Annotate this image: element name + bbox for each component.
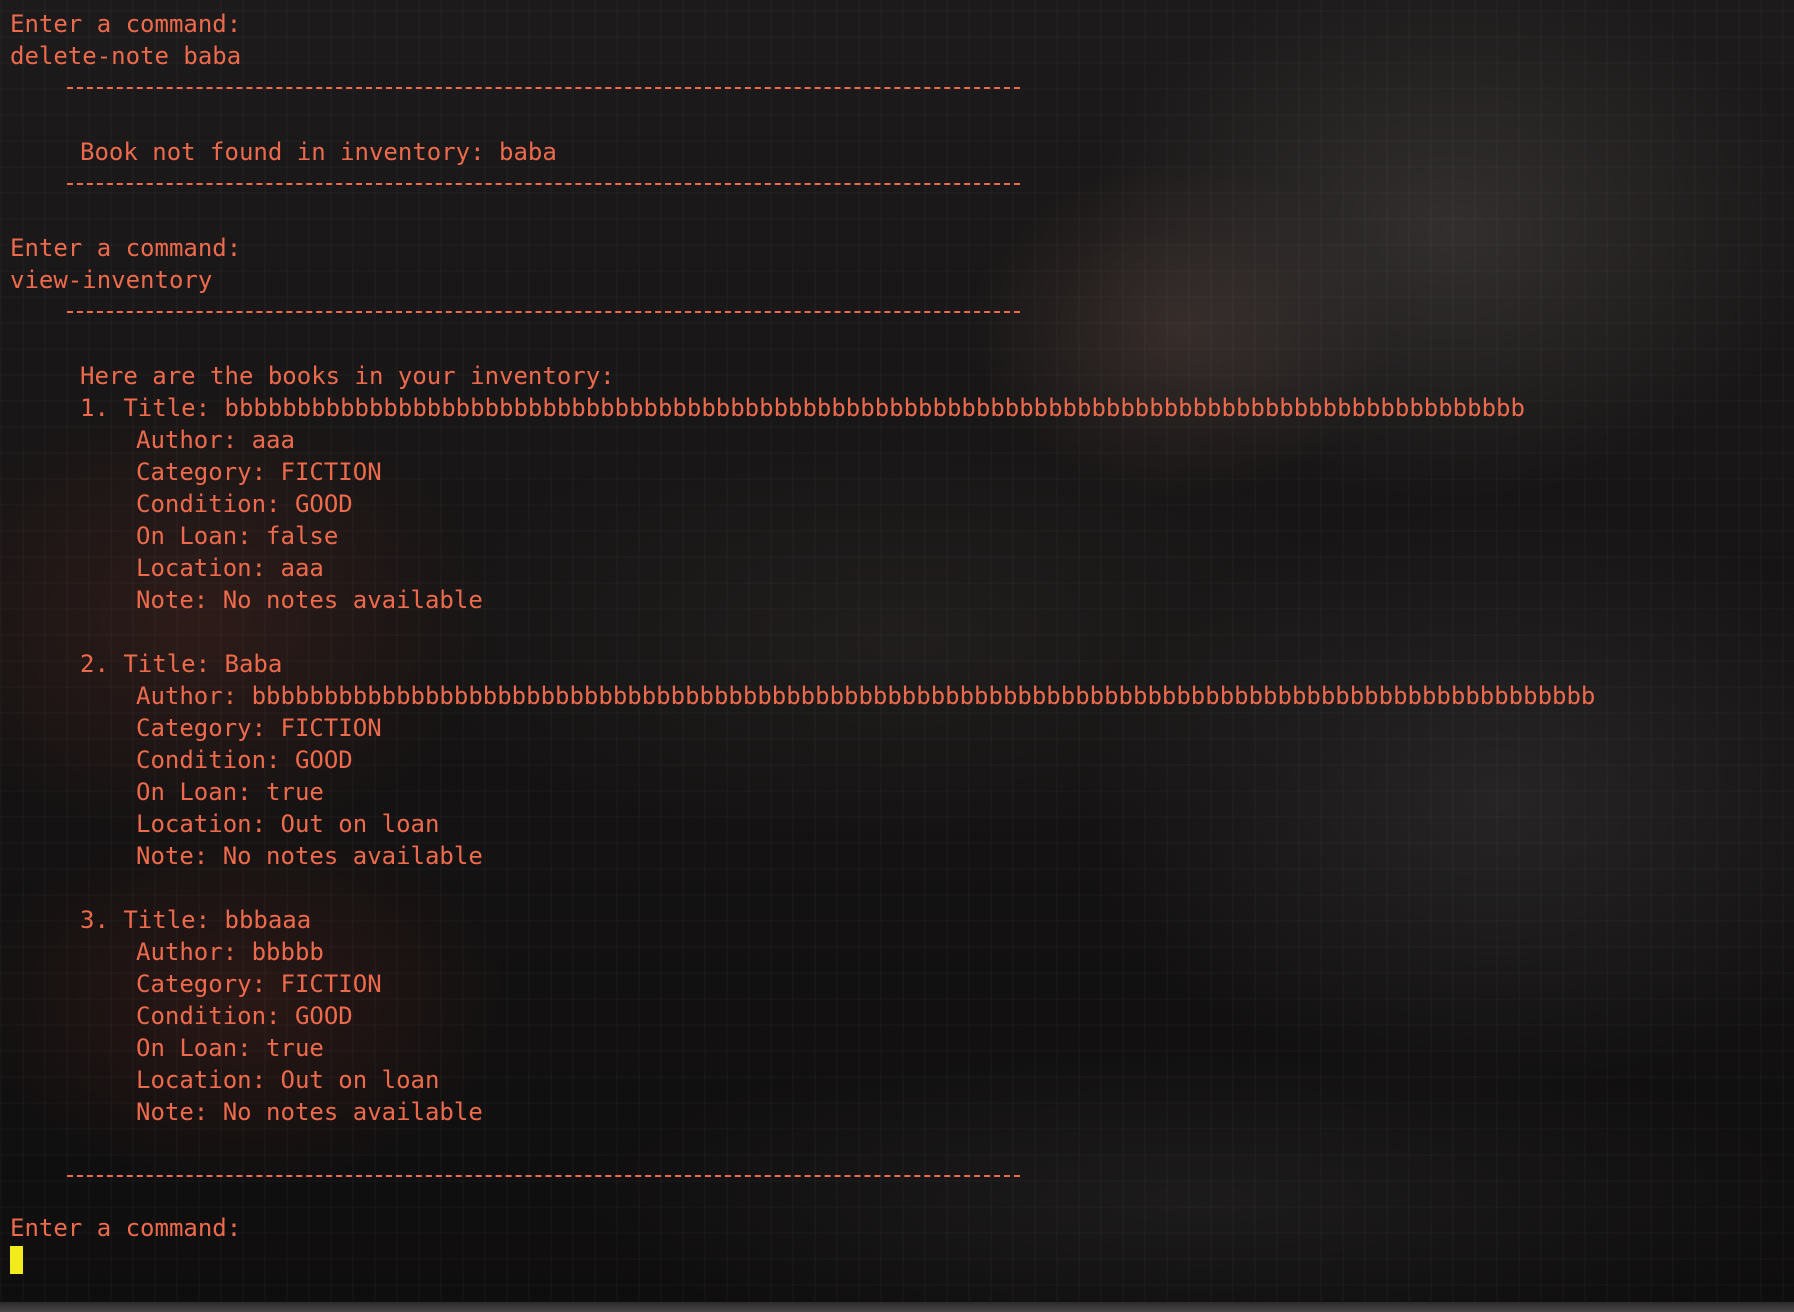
window-bottom-edge	[0, 1302, 1794, 1312]
book-on-loan: On Loan: true	[136, 778, 324, 806]
entered-command: delete-note baba	[10, 42, 242, 70]
command-input-line[interactable]	[10, 1244, 1780, 1276]
book-on-loan: On Loan: true	[136, 1034, 324, 1062]
book-location: Location: Out on loan	[136, 1066, 440, 1094]
book-location: Location: Out on loan	[136, 810, 440, 838]
inventory-header: Here are the books in your inventory:	[80, 362, 615, 390]
book-condition: Condition: GOOD	[136, 490, 353, 518]
book-author: Author: bbbbbbbbbbbbbbbbbbbbbbbbbbbbbbbb…	[136, 682, 1596, 710]
book-category: Category: FICTION	[136, 458, 382, 486]
separator-line	[10, 72, 1780, 104]
separator-line	[10, 168, 1780, 200]
book-note: Note: No notes available	[136, 586, 483, 614]
book-note: Note: No notes available	[136, 842, 483, 870]
book-category: Category: FICTION	[136, 714, 382, 742]
book-title: 3. Title: bbbaaa	[80, 906, 312, 934]
book-author: Author: aaa	[136, 426, 295, 454]
book-on-loan: On Loan: false	[136, 522, 339, 550]
book-title: 2. Title: Baba	[80, 650, 283, 678]
book-category: Category: FICTION	[136, 970, 382, 998]
book-entry: 2. Title: Baba Author: bbbbbbbbbbbbbbbbb…	[10, 648, 1780, 872]
book-title: 1. Title: bbbbbbbbbbbbbbbbbbbbbbbbbbbbbb…	[80, 394, 1525, 422]
command-prompt: Enter a command:	[10, 10, 242, 38]
book-note: Note: No notes available	[136, 1098, 483, 1126]
command-prompt: Enter a command:	[10, 1214, 242, 1242]
book-condition: Condition: GOOD	[136, 1002, 353, 1030]
separator-line	[10, 296, 1780, 328]
book-condition: Condition: GOOD	[136, 746, 353, 774]
text-cursor	[10, 1246, 23, 1274]
error-message: Book not found in inventory: baba	[80, 138, 557, 166]
book-location: Location: aaa	[136, 554, 324, 582]
terminal-window[interactable]: Enter a command: delete-note baba Book n…	[0, 0, 1794, 1312]
separator-line	[10, 1160, 1780, 1192]
command-prompt: Enter a command:	[10, 234, 242, 262]
terminal-output: Enter a command: delete-note baba Book n…	[10, 8, 1780, 1276]
book-author: Author: bbbbb	[136, 938, 324, 966]
book-entry: 3. Title: bbbaaa Author: bbbbb Category:…	[10, 904, 1780, 1128]
book-entry: 1. Title: bbbbbbbbbbbbbbbbbbbbbbbbbbbbbb…	[10, 392, 1780, 616]
entered-command: view-inventory	[10, 266, 213, 294]
